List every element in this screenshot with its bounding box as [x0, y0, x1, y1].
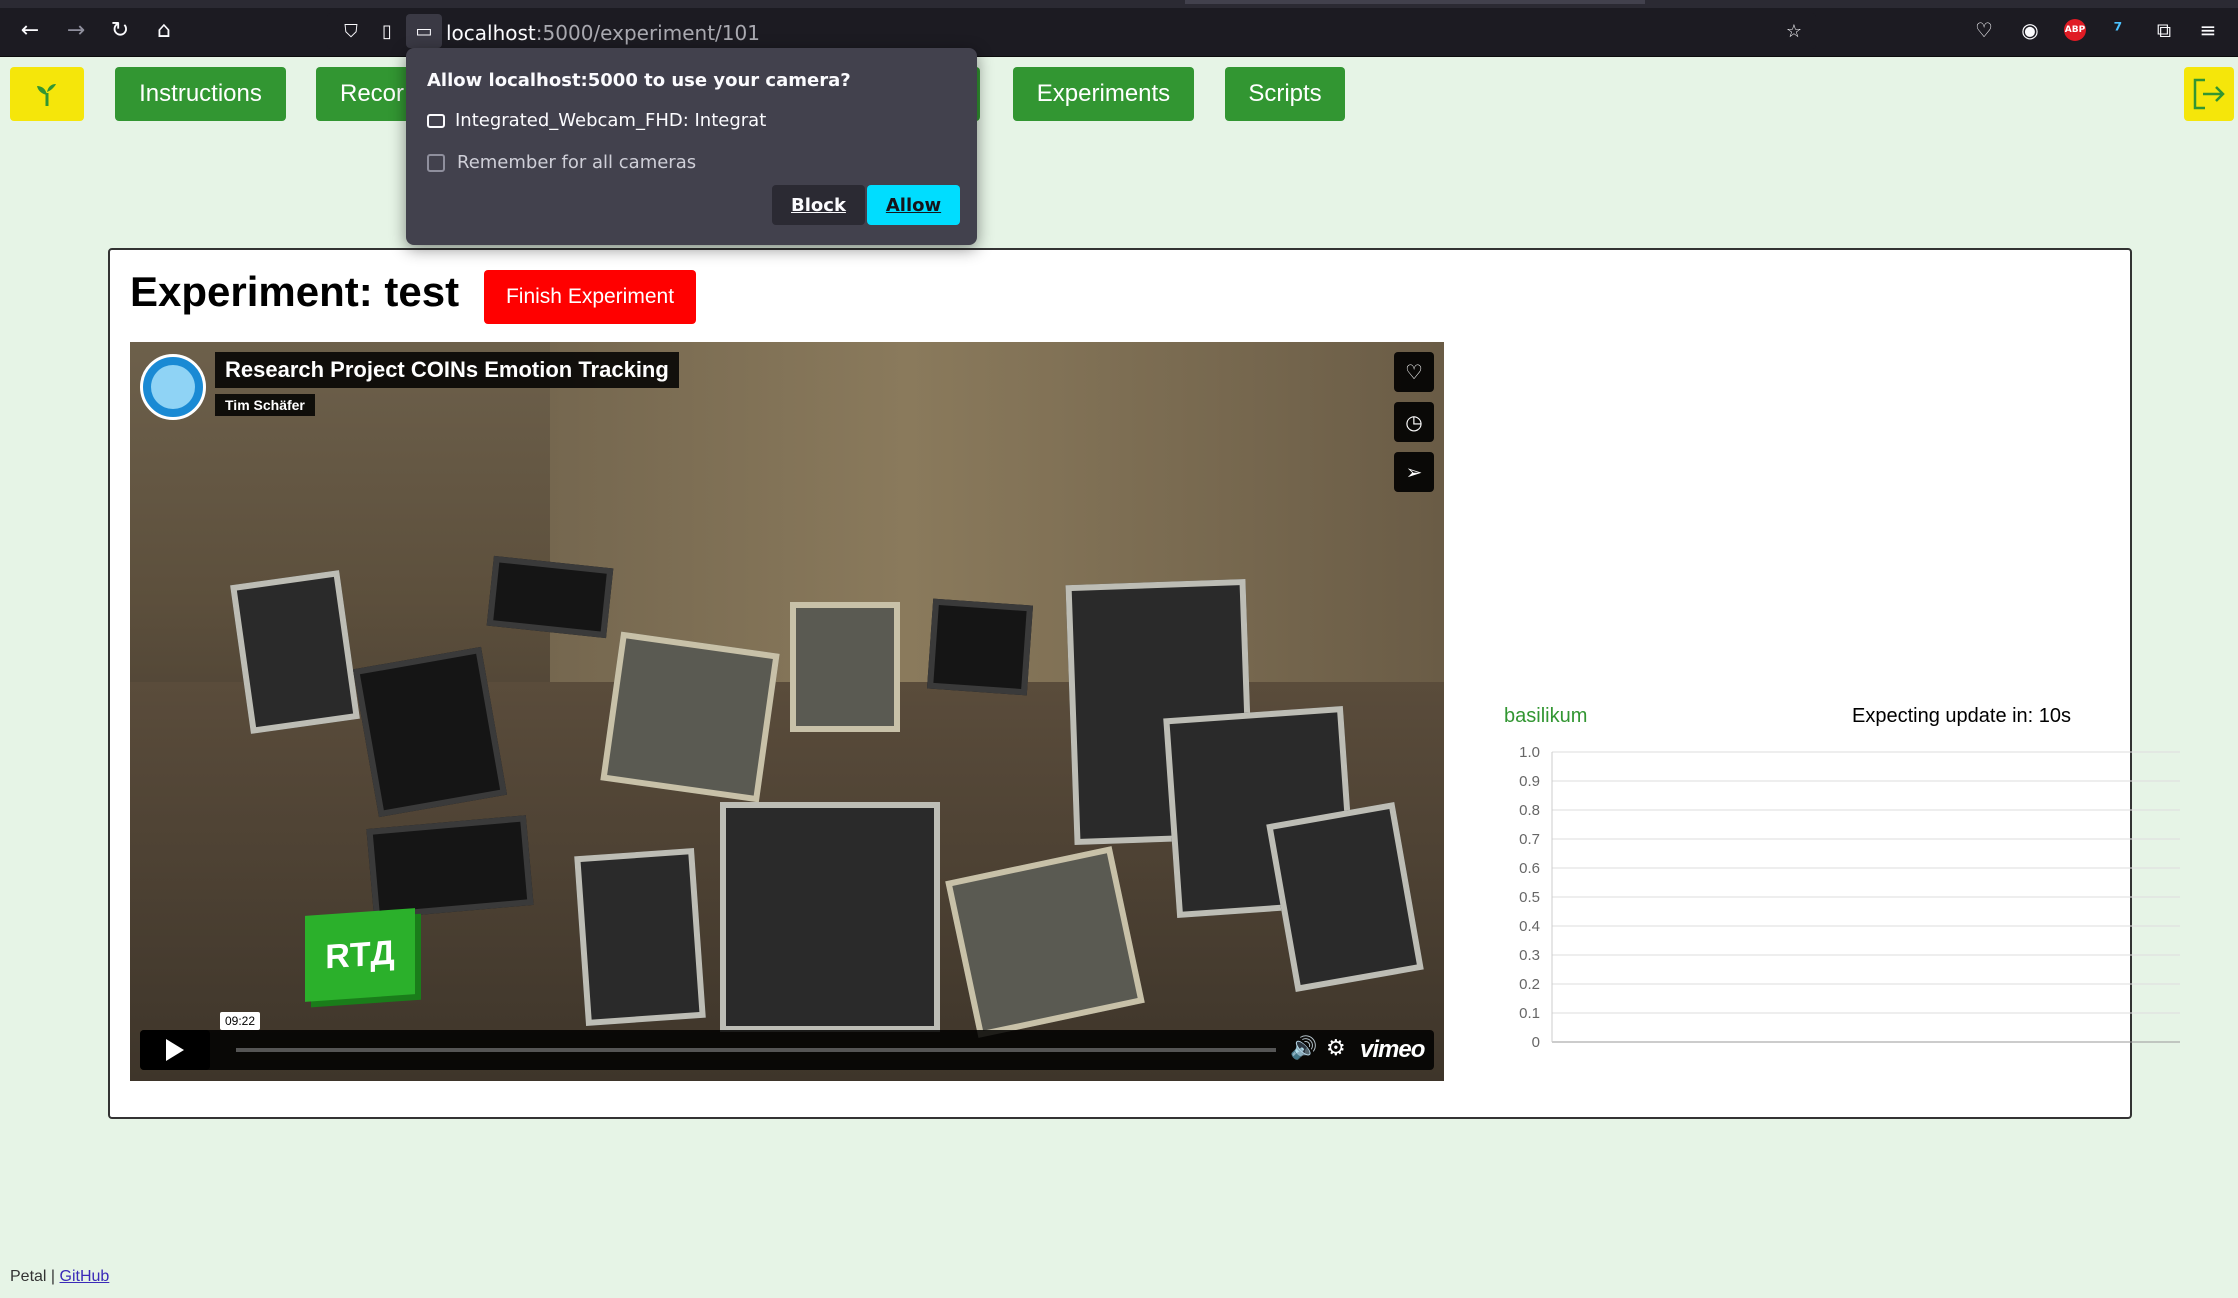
chart-label: basilikum	[1504, 705, 1588, 727]
logout-icon	[2193, 78, 2225, 110]
avatar-face-icon	[151, 365, 195, 409]
url-text[interactable]: localhost:5000/experiment/101	[446, 21, 760, 45]
chart-y-tick-label: 0	[1532, 1034, 1540, 1051]
experiment-card: Experiment: test Finish Experiment RTД R…	[108, 248, 2180, 1119]
block-button[interactable]: Block	[772, 185, 865, 225]
chart-y-tick-label: 1.0	[1519, 744, 1540, 761]
footer-app-name: Petal	[10, 1268, 47, 1285]
nav-instructions-button[interactable]: Instructions	[115, 67, 286, 121]
volume-icon[interactable]: 🔊	[1290, 1036, 1317, 1061]
scene-monitor	[574, 848, 706, 1026]
allow-button[interactable]: Allow	[867, 185, 960, 225]
rt-logo: RTД	[305, 908, 415, 1002]
play-icon	[166, 1039, 184, 1061]
url-path: :5000/experiment/101	[535, 21, 760, 45]
active-tab-indicator	[1185, 0, 1645, 4]
scene-monitor	[352, 646, 508, 818]
back-icon[interactable]: ←	[14, 15, 46, 47]
home-logo-button[interactable]	[10, 67, 84, 121]
adblock-icon[interactable]: ABP	[2064, 19, 2086, 41]
pocket-icon[interactable]: ♡	[1970, 16, 1998, 44]
video-player[interactable]: RTД Research Project COINs Emotion Track…	[130, 342, 1444, 1081]
remember-row[interactable]: Remember for all cameras	[427, 152, 696, 173]
tab-strip	[0, 0, 2238, 8]
address-bar[interactable]: ⛉ ▯ ▭ localhost:5000/experiment/101 ☆	[327, 13, 1816, 49]
browser-toolbar: ← → ↻ ⌂ ⛉ ▯ ▭ localhost:5000/experiment/…	[0, 0, 2238, 57]
channel-avatar[interactable]	[140, 354, 206, 420]
logout-button[interactable]	[2184, 67, 2234, 121]
sprout-icon	[37, 84, 56, 106]
chart-y-tick-label: 0.8	[1519, 802, 1540, 819]
account-icon[interactable]: ◉	[2016, 16, 2044, 44]
bookmark-star-icon[interactable]: ☆	[1782, 19, 1806, 43]
scene-monitor	[600, 631, 780, 803]
chart-y-tick-label: 0.4	[1519, 918, 1540, 935]
chart-y-tick-label: 0.3	[1519, 947, 1540, 964]
footer-separator: |	[50, 1268, 56, 1285]
chart-y-tick-label: 0.9	[1519, 773, 1540, 790]
forward-icon[interactable]: →	[60, 15, 92, 47]
play-button[interactable]	[140, 1030, 210, 1070]
chart-y-tick-label: 0.1	[1519, 1005, 1540, 1022]
progress-bar[interactable]	[236, 1048, 1276, 1052]
nav-scripts-button[interactable]: Scripts	[1225, 67, 1345, 121]
chart-y-tick-label: 0.6	[1519, 860, 1540, 877]
extensions-puzzle-icon[interactable]: ⧉	[2150, 16, 2178, 44]
shield-icon[interactable]: ⛉	[339, 19, 363, 43]
update-countdown: Expecting update in: 10s	[1852, 705, 2072, 727]
emotion-chart: 1.0 0.9 0.8 0.7 0.6 0.5 0.4 0.3 0.2 0.1 0	[1519, 744, 2180, 1051]
remember-checkbox[interactable]	[427, 153, 445, 172]
home-icon[interactable]: ⌂	[148, 15, 180, 47]
experiment-title: Experiment: test	[130, 268, 460, 315]
finish-experiment-button[interactable]: Finish Experiment	[484, 270, 696, 324]
camera-device-row: Integrated_Webcam_FHD: Integrat	[427, 110, 766, 131]
reload-icon[interactable]: ↻	[104, 15, 136, 47]
scene-monitor	[486, 555, 614, 639]
chart-y-tick-label: 0.7	[1519, 831, 1540, 848]
like-heart-icon[interactable]: ♡	[1394, 352, 1434, 392]
nav-experiments-button[interactable]: Experiments	[1013, 67, 1194, 121]
permission-title: Allow localhost:5000 to use your camera?	[427, 70, 851, 91]
settings-gear-icon[interactable]: ⚙	[1326, 1036, 1346, 1061]
menu-icon[interactable]: ≡	[2194, 16, 2222, 44]
camera-icon	[427, 113, 445, 128]
vimeo-logo[interactable]: vimeo	[1360, 1036, 1425, 1064]
share-icon[interactable]: ➢	[1394, 452, 1434, 492]
footer: Petal | GitHub	[10, 1268, 109, 1286]
page-icon[interactable]: ▯	[375, 19, 399, 43]
scene-monitor	[720, 802, 940, 1032]
scene-monitor	[230, 570, 360, 734]
video-controls: 09:22 🔊 ⚙ vimeo	[140, 1012, 1434, 1070]
scene-monitor	[366, 815, 534, 919]
camera-icon[interactable]: ▭	[412, 19, 436, 43]
video-author[interactable]: Tim Schäfer	[215, 394, 315, 416]
time-tooltip: 09:22	[220, 1012, 261, 1030]
nav-recordings-button[interactable]: Recor	[316, 67, 416, 121]
chart-y-tick-label: 0.2	[1519, 976, 1540, 993]
chart-y-tick-label: 0.5	[1519, 889, 1540, 906]
url-host: localhost	[446, 21, 536, 45]
camera-device-name: Integrated_Webcam_FHD: Integrat	[455, 110, 767, 131]
scene-monitor	[790, 602, 900, 732]
extension-icon[interactable]: ⁷	[2104, 16, 2132, 44]
github-link[interactable]: GitHub	[60, 1268, 110, 1285]
video-title[interactable]: Research Project COINs Emotion Tracking	[215, 352, 679, 388]
camera-permission-popup: Allow localhost:5000 to use your camera?…	[406, 48, 977, 245]
scene-monitor	[926, 598, 1034, 696]
remember-label: Remember for all cameras	[457, 152, 697, 173]
watch-later-clock-icon[interactable]: ◷	[1394, 402, 1434, 442]
